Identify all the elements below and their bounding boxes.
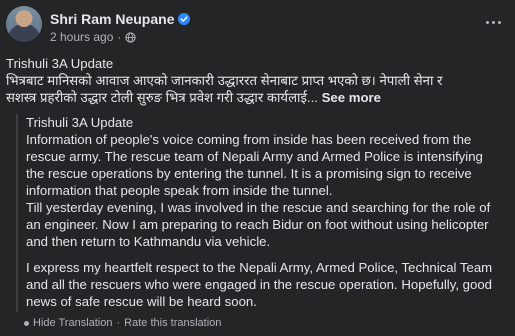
author-avatar[interactable] [6,6,42,42]
meta-separator: · [117,30,122,44]
facebook-post: Shri Ram Neupane 2 hours ago · Trishuli … [0,0,515,336]
translation-line: I express my heartfelt respect to the Ne… [26,260,493,275]
translation-line: and then return to Kathmandu via vehicle… [26,234,271,249]
see-more-link[interactable]: See more [322,90,381,105]
translation-line: the rescue operations by entering the tu… [26,166,472,181]
post-timestamp[interactable]: 2 hours ago [50,30,113,44]
globe-icon[interactable] [125,31,137,43]
post-text-line-last: सशस्त्र प्रहरीको उद्धार टोली सुरुङ भित्र… [6,89,509,106]
translation-line: Information of people's voice coming fro… [26,132,472,147]
translation-line: and all the rescuers who were engaged in… [26,277,493,292]
more-options-icon[interactable] [481,12,505,32]
rate-translation-link[interactable]: Rate this translation [124,317,221,329]
post-original-text: Trishuli 3A Update भित्रबाट मानिसको आवाज… [6,55,509,106]
translation-text: Trishuli 3A Update Information of people… [26,114,509,310]
translation-line: an engineer. Now I am preparing to reach… [26,217,489,232]
translation-line: rescue army. The rescue team of Nepali A… [26,149,483,164]
translation-block: Trishuli 3A Update Information of people… [16,114,509,312]
post-meta: 2 hours ago · [50,30,137,44]
hide-translation-link[interactable]: Hide Translation [33,317,113,329]
translation-line: news of safe rescue will be heard soon. [26,294,257,309]
translation-line: Till yesterday evening, I was involved i… [26,200,491,215]
translation-line: information that people speak from insid… [26,183,333,198]
post-header: Shri Ram Neupane 2 hours ago · [6,6,509,46]
post-title-line: Trishuli 3A Update [6,56,114,71]
translation-title: Trishuli 3A Update [26,115,134,130]
post-text-truncated: सशस्त्र प्रहरीको उद्धार टोली सुरुङ भित्र… [6,90,318,105]
footer-separator: · [116,317,121,329]
verified-badge-icon [178,13,191,25]
translation-footer: Hide Translation · Rate this translation [24,316,221,330]
translate-dot-icon [24,320,29,326]
author-line: Shri Ram Neupane [50,10,191,28]
author-name[interactable]: Shri Ram Neupane [50,11,174,27]
post-text-line: भित्रबाट मानिसको आवाज आएको जानकारी उद्धा… [6,73,443,88]
